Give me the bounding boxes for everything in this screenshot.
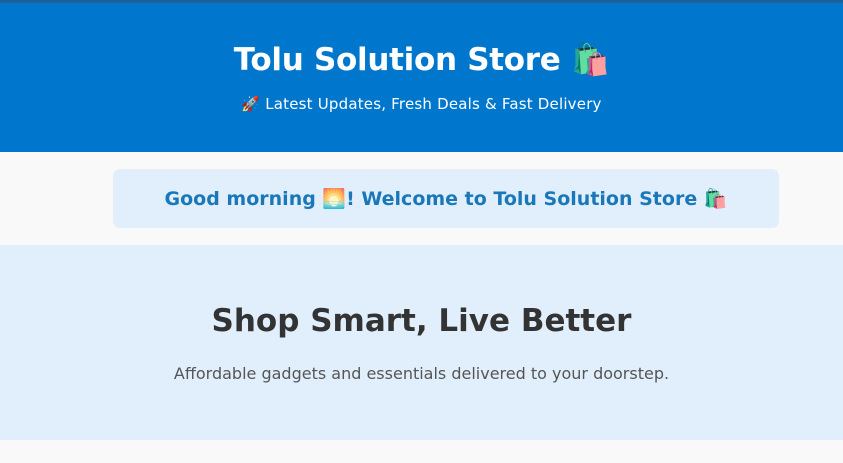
site-header: Tolu Solution Store 🛍️ 🚀 Latest Updates,… <box>0 3 843 152</box>
hero-section: Shop Smart, Live Better Affordable gadge… <box>0 245 843 440</box>
greeting-text: Good morning 🌅! Welcome to Tolu Solution… <box>164 188 728 210</box>
greeting-section: Good morning 🌅! Welcome to Tolu Solution… <box>0 152 843 245</box>
store-title: Tolu Solution Store 🛍️ <box>233 42 610 78</box>
hero-title: Shop Smart, Live Better <box>211 303 632 339</box>
hero-subtitle: Affordable gadgets and essentials delive… <box>173 364 670 383</box>
page-bottom <box>0 440 843 463</box>
greeting-banner: Good morning 🌅! Welcome to Tolu Solution… <box>113 169 779 228</box>
store-tagline: 🚀 Latest Updates, Fresh Deals & Fast Del… <box>241 95 602 113</box>
